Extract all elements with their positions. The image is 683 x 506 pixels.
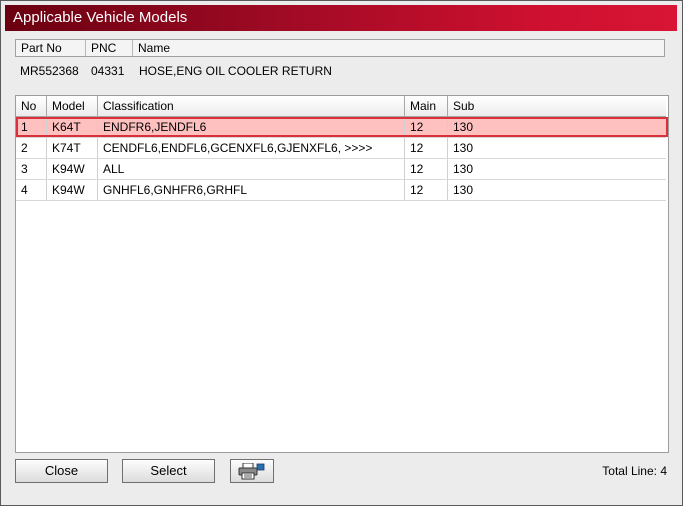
cell-main: 12 xyxy=(405,117,448,137)
cell-model: K64T xyxy=(47,117,98,137)
part-no-value: MR552368 xyxy=(20,64,79,78)
table-row[interactable]: 4 K94W GNHFL6,GNHFR6,GRHFL 12 130 xyxy=(16,180,666,201)
dialog-window: Applicable Vehicle Models Part No PNC Na… xyxy=(0,0,683,506)
name-header: Name xyxy=(138,41,171,55)
col-sub-header[interactable]: Sub xyxy=(448,96,666,116)
cell-classification: ALL xyxy=(98,159,405,179)
vehicle-models-grid[interactable]: No Model Classification Main Sub 1 K64T … xyxy=(15,95,669,453)
part-info-panel: Part No PNC Name MR552368 04331 HOSE,ENG… xyxy=(15,39,665,91)
grid-header: No Model Classification Main Sub xyxy=(16,96,666,117)
cell-sub: 130 xyxy=(453,120,474,134)
cell-no: 2 xyxy=(16,138,47,158)
close-button[interactable]: Close xyxy=(15,459,108,483)
cell-no: 1 xyxy=(16,117,47,137)
cell-main: 12 xyxy=(405,180,448,200)
table-row[interactable]: 1 K64T ENDFR6,JENDFL6 12 130 xyxy=(16,117,666,138)
cell-main: 12 xyxy=(405,138,448,158)
cell-no: 4 xyxy=(16,180,47,200)
col-model-header[interactable]: Model xyxy=(47,96,98,116)
select-button[interactable]: Select xyxy=(122,459,215,483)
cell-no: 3 xyxy=(16,159,47,179)
part-name-value: HOSE,ENG OIL COOLER RETURN xyxy=(139,64,332,78)
cell-classification: GNHFL6,GNHFR6,GRHFL xyxy=(98,180,405,200)
cell-sub: 130 xyxy=(453,162,474,176)
cell-model: K74T xyxy=(47,138,98,158)
table-row[interactable]: 2 K74T CENDFL6,ENDFL6,GCENXFL6,GJENXFL6,… xyxy=(16,138,666,159)
total-line-label: Total Line: 4 xyxy=(602,464,667,478)
table-row[interactable]: 3 K94W ALL 12 130 xyxy=(16,159,666,180)
cell-sub: 130 xyxy=(453,183,474,197)
title-bar[interactable]: Applicable Vehicle Models xyxy=(5,5,677,31)
printer-icon xyxy=(237,462,267,487)
cell-main: 12 xyxy=(405,159,448,179)
cell-classification: CENDFL6,ENDFL6,GCENXFL6,GJENXFL6, >>>> xyxy=(98,138,405,158)
pnc-header: PNC xyxy=(86,40,133,56)
part-no-header: Part No xyxy=(16,40,86,56)
col-classification-header[interactable]: Classification xyxy=(98,96,405,116)
cell-model: K94W xyxy=(47,159,98,179)
cell-sub: 130 xyxy=(453,141,474,155)
col-no-header[interactable]: No xyxy=(16,96,47,116)
print-button[interactable] xyxy=(230,459,274,483)
part-info-header: Part No PNC Name xyxy=(15,39,665,57)
pnc-value: 04331 xyxy=(91,64,125,78)
window-title: Applicable Vehicle Models xyxy=(13,9,188,26)
cell-model: K94W xyxy=(47,180,98,200)
col-main-header[interactable]: Main xyxy=(405,96,448,116)
cell-classification: ENDFR6,JENDFL6 xyxy=(98,117,405,137)
